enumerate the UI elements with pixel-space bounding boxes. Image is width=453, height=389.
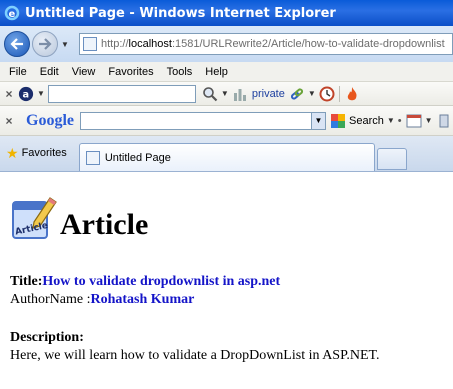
svg-text:e: e: [9, 9, 16, 20]
favorites-button[interactable]: ★ Favorites: [0, 140, 73, 166]
link-dropdown-icon[interactable]: ▼: [308, 89, 316, 98]
title-line: Title:How to validate dropdownlist in as…: [10, 274, 280, 290]
menu-edit[interactable]: Edit: [35, 66, 67, 78]
author-label: AuthorName :: [10, 292, 91, 307]
menu-file[interactable]: File: [4, 66, 35, 78]
google-search-options-icon[interactable]: ▼: [387, 116, 395, 125]
close-toolbar-icon[interactable]: ×: [0, 87, 18, 101]
title-value: How to validate dropdownlist in asp.net: [42, 274, 281, 289]
recent-pages-dropdown-icon[interactable]: ▼: [61, 40, 71, 49]
ask-search-input[interactable]: [47, 84, 196, 103]
new-tab-button[interactable]: [376, 148, 407, 170]
menu-bar: File Edit View Favorites Tools Help: [0, 62, 453, 82]
description-text: Here, we will learn how to validate a Dr…: [10, 348, 380, 363]
internet-explorer-icon: e: [4, 5, 20, 21]
star-icon: ★: [6, 144, 19, 161]
menu-help[interactable]: Help: [200, 66, 236, 78]
description-label: Description:: [10, 330, 84, 345]
close-google-toolbar-icon[interactable]: ×: [0, 114, 18, 128]
link-icon[interactable]: [289, 86, 305, 102]
back-button[interactable]: [4, 31, 30, 57]
page-options-dropdown-icon[interactable]: ▼: [425, 116, 433, 125]
menu-view[interactable]: View: [67, 66, 104, 78]
ask-dropdown-icon[interactable]: ▼: [37, 89, 45, 98]
address-url[interactable]: http://localhost:1581/URLRewrite2/Articl…: [101, 38, 445, 50]
author-line: AuthorName :Rohatash Kumar: [10, 292, 194, 308]
navigation-bar: ▼ http://localhost:1581/URLRewrite2/Arti…: [0, 26, 453, 62]
tab-page-icon: [85, 150, 100, 165]
google-logo: Google: [26, 111, 74, 129]
search-options-dropdown-icon[interactable]: ▼: [221, 89, 229, 98]
page-options-icon[interactable]: [406, 113, 422, 129]
private-button[interactable]: private: [252, 88, 285, 100]
title-label: Title:: [10, 274, 43, 289]
google-search-button[interactable]: Search: [349, 115, 384, 127]
page-content: Article Article Title:How to validate dr…: [0, 172, 453, 389]
toolbar-separator: [338, 85, 340, 102]
toolbar-more-icon[interactable]: •: [398, 115, 402, 127]
window-title: Untitled Page - Windows Internet Explore…: [25, 5, 336, 21]
favorites-label: Favorites: [21, 147, 67, 159]
svg-text:a: a: [22, 89, 29, 100]
article-pencil-icon: Article: [10, 192, 58, 242]
bar-chart-icon[interactable]: [232, 86, 248, 102]
fire-icon[interactable]: [344, 86, 360, 102]
google-g-icon[interactable]: [330, 113, 346, 129]
address-bar[interactable]: http://localhost:1581/URLRewrite2/Articl…: [79, 33, 453, 55]
author-value: Rohatash Kumar: [90, 292, 195, 307]
ask-logo-icon[interactable]: a: [18, 86, 34, 102]
google-search-dropdown-icon[interactable]: ▼: [311, 112, 325, 129]
clock-icon[interactable]: [319, 86, 335, 102]
article-heading: Article Article: [10, 192, 148, 242]
ask-toolbar: × a ▼ ▼ private ▼: [0, 82, 453, 106]
window-titlebar: e Untitled Page - Windows Internet Explo…: [0, 0, 453, 26]
tab-untitled-page[interactable]: Untitled Page: [78, 143, 375, 171]
toolbar-extra-icon[interactable]: [436, 113, 452, 129]
forward-arrow-icon: [39, 38, 52, 50]
menu-favorites[interactable]: Favorites: [103, 66, 161, 78]
tab-bar: ★ Favorites Untitled Page: [0, 136, 453, 172]
google-toolbar: × Google ▼ Search ▼ • ▼: [0, 106, 453, 136]
menu-tools[interactable]: Tools: [162, 66, 201, 78]
forward-button[interactable]: [32, 31, 58, 57]
page-title: Article: [60, 208, 149, 241]
page-icon: [83, 37, 97, 51]
search-icon[interactable]: [202, 86, 218, 102]
tab-label: Untitled Page: [104, 151, 171, 164]
google-search-input[interactable]: ▼: [80, 111, 326, 130]
back-arrow-icon: [10, 38, 23, 50]
